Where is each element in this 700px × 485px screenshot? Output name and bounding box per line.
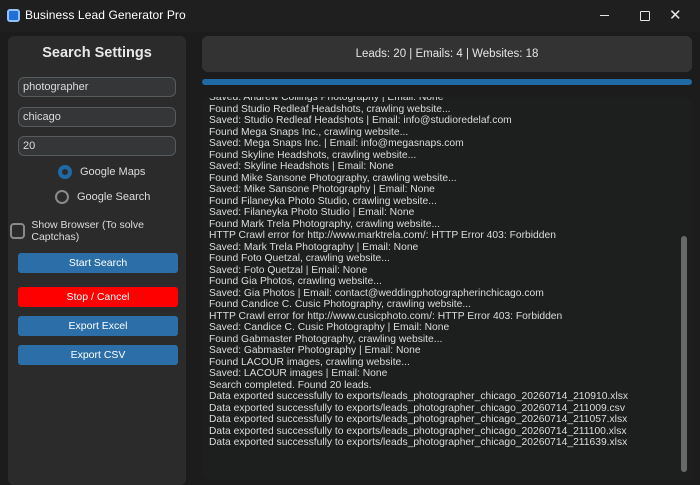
minimize-icon bbox=[600, 15, 609, 16]
progress-bar bbox=[202, 79, 692, 85]
radio-google-maps-label: Google Maps bbox=[80, 166, 146, 178]
log-line: Saved: Mega Snaps Inc. | Email: info@meg… bbox=[209, 138, 464, 149]
export-excel-button[interactable]: Export Excel bbox=[18, 316, 178, 336]
log-line: Found Gabmaster Photography, crawling we… bbox=[209, 333, 443, 345]
log-line: Found Studio Redleaf Headshots, crawling… bbox=[209, 103, 451, 115]
window-title: Business Lead Generator Pro bbox=[25, 8, 186, 22]
radio-google-search-label: Google Search bbox=[77, 191, 151, 203]
panel-title: Search Settings bbox=[42, 45, 152, 61]
log-line: Saved: Gia Photos | Email: contact@weddi… bbox=[209, 287, 544, 299]
minimize-button[interactable] bbox=[580, 0, 626, 32]
close-icon: ✕ bbox=[669, 6, 682, 24]
log-line: Saved: Studio Redleaf Headshots | Email:… bbox=[209, 115, 512, 126]
app-icon bbox=[7, 9, 20, 22]
log-line: Search completed. Found 20 leads. bbox=[209, 379, 372, 391]
log-line: Data exported successfully to exports/le… bbox=[209, 425, 627, 437]
close-button[interactable]: ✕ bbox=[655, 0, 700, 32]
maximize-icon bbox=[640, 11, 650, 21]
stats-bar: Leads: 20 | Emails: 4 | Websites: 18 bbox=[202, 36, 692, 72]
keyword-input[interactable] bbox=[18, 77, 176, 97]
show-browser-checkbox[interactable]: Show Browser (To solve Captchas) bbox=[10, 219, 186, 243]
log-line: Found Gia Photos, crawling website... bbox=[209, 276, 382, 287]
log-output[interactable]: Saved: Andrew Collings Photography | Ema… bbox=[202, 97, 692, 480]
log-line: HTTP Crawl error for http://www.marktrel… bbox=[209, 230, 556, 241]
log-line: Saved: Foto Quetzal | Email: None bbox=[209, 264, 368, 276]
radio-google-maps[interactable]: Google Maps bbox=[58, 165, 145, 179]
log-line: Saved: LACOUR images | Email: None bbox=[209, 368, 388, 379]
log-line: Saved: Filaneyka Photo Studio | Email: N… bbox=[209, 207, 415, 218]
stop-cancel-button[interactable]: Stop / Cancel bbox=[18, 287, 178, 307]
log-line: Data exported successfully to exports/le… bbox=[209, 414, 628, 425]
checkbox-icon[interactable] bbox=[10, 223, 26, 239]
start-search-button[interactable]: Start Search bbox=[18, 253, 178, 273]
log-line: Data exported successfully to exports/le… bbox=[209, 402, 625, 414]
log-line: Found Mega Snaps Inc., crawling website.… bbox=[209, 126, 409, 138]
radio-unselected-icon[interactable] bbox=[55, 190, 69, 204]
count-input[interactable] bbox=[18, 136, 176, 156]
log-line: Found Filaneyka Photo Studio, crawling w… bbox=[209, 195, 437, 207]
log-line: Found LACOUR images, crawling website... bbox=[209, 356, 410, 368]
log-lines: Saved: Andrew Collings Photography | Ema… bbox=[209, 97, 680, 449]
log-line: Saved: Mark Trela Photography | Email: N… bbox=[209, 241, 419, 253]
log-line: Found Candice C. Cusic Photography, craw… bbox=[209, 299, 471, 310]
log-line: Data exported successfully to exports/le… bbox=[209, 437, 628, 448]
log-line: Found Mike Sansone Photography, crawling… bbox=[209, 172, 457, 184]
log-line: Saved: Candice C. Cusic Photography | Em… bbox=[209, 322, 450, 333]
export-csv-button[interactable]: Export CSV bbox=[18, 345, 178, 365]
show-browser-label: Show Browser (To solve Captchas) bbox=[31, 219, 144, 243]
radio-google-search[interactable]: Google Search bbox=[55, 190, 150, 204]
log-line: Saved: Mike Sansone Photography | Email:… bbox=[209, 184, 435, 195]
log-line: Data exported successfully to exports/le… bbox=[209, 391, 629, 402]
log-line: Found Foto Quetzal, crawling website... bbox=[209, 253, 390, 264]
radio-selected-icon[interactable] bbox=[58, 165, 72, 179]
location-input[interactable] bbox=[18, 107, 176, 127]
log-scrollbar[interactable] bbox=[681, 236, 687, 472]
log-line: Found Mark Trela Photography, crawling w… bbox=[209, 218, 441, 230]
search-settings-panel: Search Settings Google Maps Google Searc… bbox=[8, 36, 186, 485]
title-bar: Business Lead Generator Pro ✕ bbox=[0, 0, 700, 32]
log-line: HTTP Crawl error for http://www.cusicpho… bbox=[209, 310, 563, 322]
log-line: Saved: Skyline Headshots | Email: None bbox=[209, 161, 394, 172]
log-line: Found Skyline Headshots, crawling websit… bbox=[209, 149, 417, 161]
log-line: Saved: Gabmaster Photography | Email: No… bbox=[209, 345, 421, 356]
progress-fill bbox=[202, 79, 692, 85]
